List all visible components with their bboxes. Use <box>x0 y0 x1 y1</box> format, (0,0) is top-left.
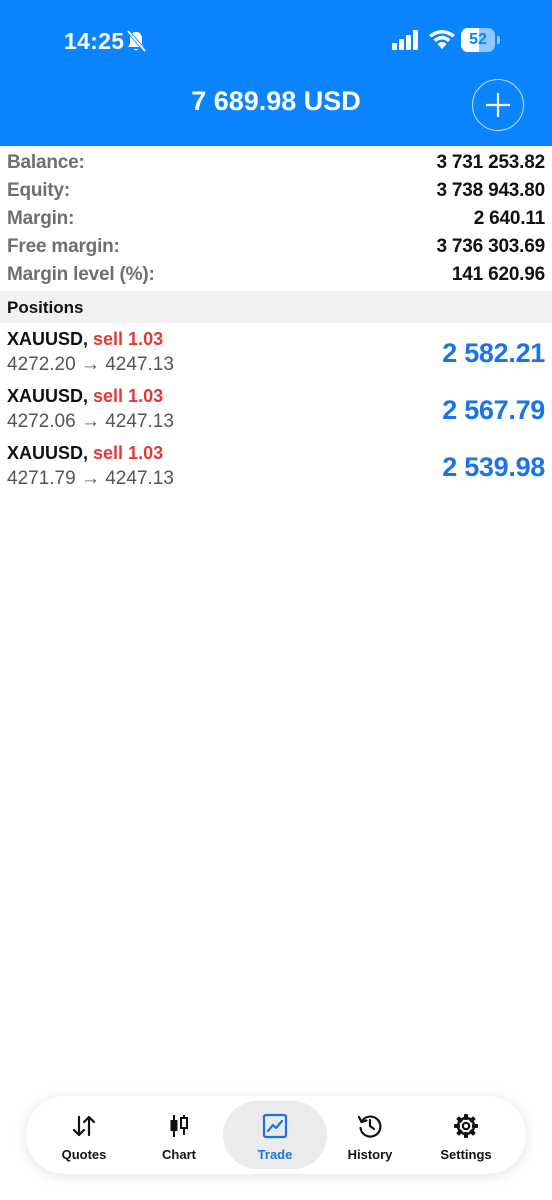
tab-label: History <box>347 1147 393 1162</box>
summary-label: Balance: <box>7 152 85 173</box>
tab-trade[interactable]: Trade <box>223 1101 327 1169</box>
position-side: sell 1.03 <box>93 329 164 349</box>
tab-label: Chart <box>162 1147 196 1162</box>
position-profit: 2 582.21 <box>442 338 545 368</box>
position-side: sell 1.03 <box>93 386 164 406</box>
summary-row-free-margin: Free margin: 3 736 303.69 <box>0 233 552 261</box>
summary-row-margin-level: Margin level (%): 141 620.96 <box>0 261 552 289</box>
positions-section-header: Positions <box>0 291 552 323</box>
summary-label: Margin: <box>7 208 75 229</box>
position-row[interactable]: XAUUSD, sell 1.03 4271.79 → 4247.13 2 53… <box>0 440 552 497</box>
position-row[interactable]: XAUUSD, sell 1.03 4272.06 → 4247.13 2 56… <box>0 383 552 440</box>
tab-label: Quotes <box>61 1147 107 1162</box>
summary-value: 141 620.96 <box>451 264 545 285</box>
position-row[interactable]: XAUUSD, sell 1.03 4272.20 → 4247.13 2 58… <box>0 326 552 383</box>
positions-header-label: Positions <box>7 298 84 317</box>
history-icon <box>357 1115 382 1138</box>
tab-chart[interactable]: Chart <box>127 1101 231 1169</box>
tab-label: Trade <box>257 1147 293 1162</box>
summary-label: Equity: <box>7 180 70 201</box>
chart-icon <box>170 1115 188 1137</box>
position-symbol-name: XAUUSD, <box>7 386 89 406</box>
tab-settings[interactable]: Settings <box>414 1101 518 1169</box>
summary-row-margin: Margin: 2 640.11 <box>0 205 552 233</box>
position-symbol: XAUUSD, sell 1.03 <box>7 443 163 464</box>
wifi-icon <box>429 30 455 49</box>
position-profit: 2 567.79 <box>442 395 545 425</box>
tab-quotes[interactable]: Quotes <box>32 1101 136 1169</box>
bottom-tab-bar: Quotes Chart Trade History Settings <box>26 1096 526 1174</box>
position-side: sell 1.03 <box>93 443 164 463</box>
battery-indicator: 52 <box>461 28 501 52</box>
trade-icon <box>262 1113 288 1139</box>
cellular-signal-icon <box>392 30 418 50</box>
battery-level: 52 <box>469 31 487 48</box>
gear-icon <box>454 1114 478 1138</box>
account-balance-title: 7 689.98 USD <box>191 86 361 116</box>
status-time: 14:25 <box>64 28 125 54</box>
account-summary: Balance: 3 731 253.82 Equity: 3 738 943.… <box>0 149 552 289</box>
summary-row-balance: Balance: 3 731 253.82 <box>0 149 552 177</box>
header-bar: 14:25 52 7 689.98 USD <box>0 0 552 146</box>
plus-icon <box>486 93 510 117</box>
position-symbol-name: XAUUSD, <box>7 329 89 349</box>
bell-muted-icon <box>126 30 146 52</box>
position-symbol-name: XAUUSD, <box>7 443 89 463</box>
summary-row-equity: Equity: 3 738 943.80 <box>0 177 552 205</box>
quotes-icon <box>72 1115 96 1137</box>
summary-value: 3 736 303.69 <box>436 236 545 257</box>
summary-value: 2 640.11 <box>473 208 546 229</box>
summary-value: 3 738 943.80 <box>436 180 545 201</box>
position-symbol: XAUUSD, sell 1.03 <box>7 386 163 407</box>
positions-list: XAUUSD, sell 1.03 4272.20 → 4247.13 2 58… <box>0 326 552 497</box>
tab-label: Settings <box>440 1147 492 1162</box>
summary-label: Margin level (%): <box>7 264 155 285</box>
position-symbol: XAUUSD, sell 1.03 <box>7 329 163 350</box>
summary-label: Free margin: <box>7 236 120 257</box>
tab-history[interactable]: History <box>318 1101 422 1169</box>
add-order-button[interactable] <box>472 79 524 131</box>
position-prices: 4272.20 → 4247.13 <box>7 354 174 375</box>
position-prices: 4272.06 → 4247.13 <box>7 411 174 432</box>
summary-value: 3 731 253.82 <box>436 152 545 173</box>
position-profit: 2 539.98 <box>442 452 545 482</box>
position-prices: 4271.79 → 4247.13 <box>7 468 174 489</box>
